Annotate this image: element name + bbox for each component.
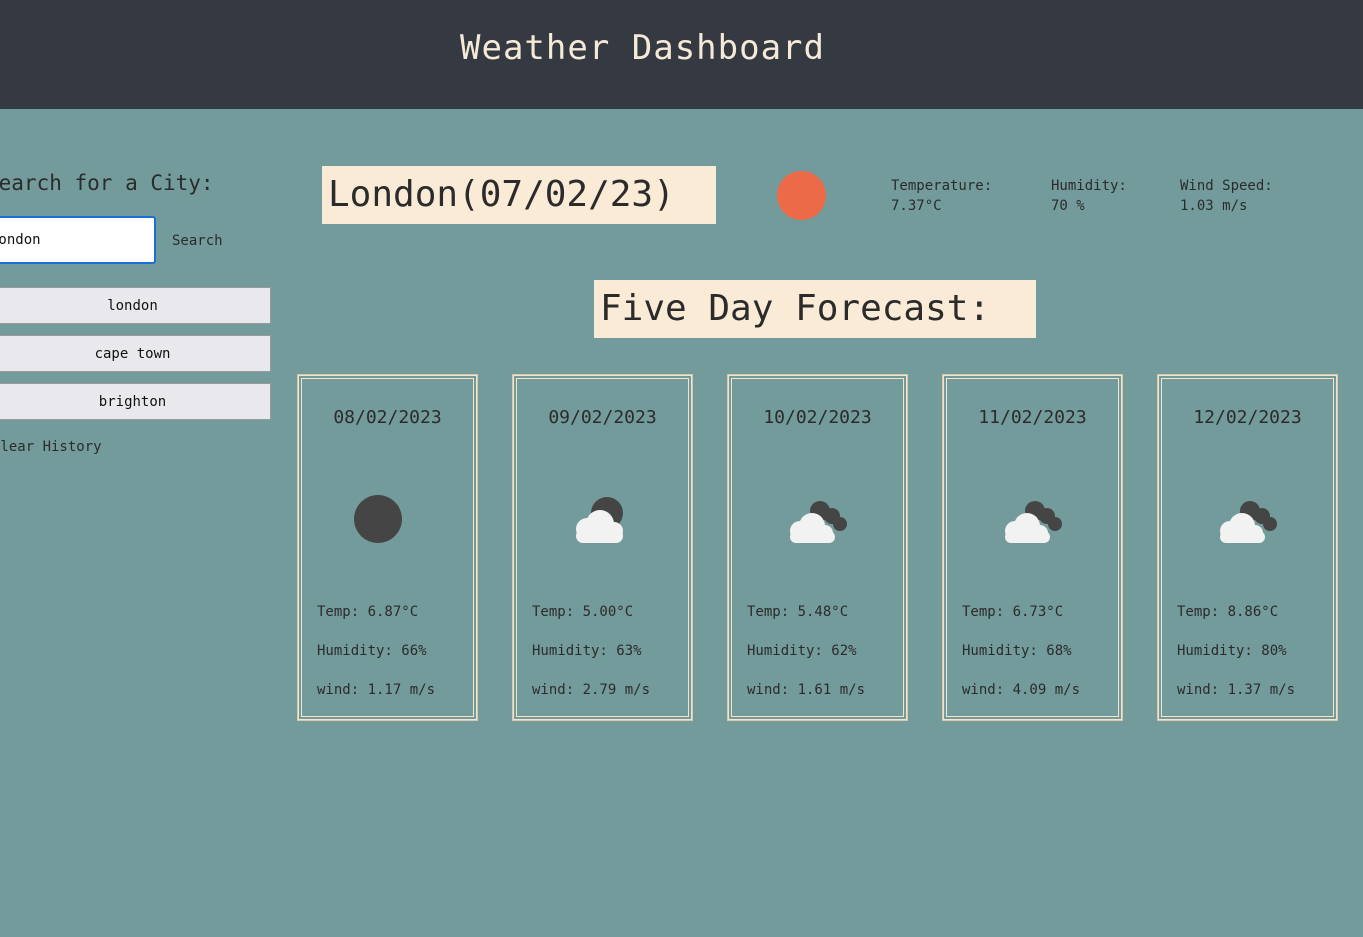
forecast-card: 11/02/2023 Temp: 6.73°C Humidity: 68% wi… [942, 374, 1123, 721]
forecast-wind: wind: 1.17 m/s [317, 682, 436, 698]
cloudy-night-icon [1005, 501, 1062, 543]
page-header: Weather Dashboard [0, 0, 1363, 109]
forecast-temp: Temp: 6.87°C [317, 604, 419, 620]
forecast-date: 11/02/2023 [978, 407, 1087, 428]
partly-cloudy-night-icon [576, 497, 623, 543]
forecast-humidity: Humidity: 63% [532, 643, 642, 659]
search-label: Search for a City: [0, 171, 214, 195]
forecast-wind: wind: 1.37 m/s [1177, 682, 1296, 698]
search-button[interactable]: Search [166, 229, 229, 253]
forecast-date: 10/02/2023 [763, 407, 872, 428]
forecast-wind: wind: 4.09 m/s [962, 682, 1081, 698]
forecast-card: 10/02/2023 Temp: 5.48°C Humidity: 62% wi… [727, 374, 908, 721]
forecast-humidity: Humidity: 62% [747, 643, 857, 659]
current-temperature: Temperature: 7.37°C [891, 176, 992, 216]
search-input[interactable] [0, 216, 156, 264]
forecast-temp: Temp: 5.00°C [532, 604, 634, 620]
forecast-date: 09/02/2023 [548, 407, 657, 428]
forecast-temp: Temp: 6.73°C [962, 604, 1064, 620]
forecast-humidity: Humidity: 66% [317, 643, 427, 659]
forecast-temp: Temp: 5.48°C [747, 604, 849, 620]
sidebar: Search for a City: Search london cape to… [0, 109, 290, 937]
current-wind: Wind Speed: 1.03 m/s [1180, 176, 1273, 216]
forecast-date: 12/02/2023 [1193, 407, 1302, 428]
humidity-value: 70 % [1051, 198, 1085, 214]
forecast-temp: Temp: 8.86°C [1177, 604, 1279, 620]
cloudy-night-icon [790, 501, 847, 543]
forecast-title: Five Day Forecast: [594, 280, 1036, 338]
moon-icon [354, 495, 402, 543]
forecast-wind: wind: 1.61 m/s [747, 682, 866, 698]
forecast-card: 12/02/2023 Temp: 8.86°C Humidity: 80% wi… [1157, 374, 1338, 721]
forecast-date: 08/02/2023 [333, 407, 442, 428]
sun-icon [777, 171, 826, 220]
forecast-card: 08/02/2023 Temp: 6.87°C Humidity: 66% wi… [297, 374, 478, 721]
temperature-value: 7.37°C [891, 198, 942, 214]
humidity-label: Humidity: [1051, 178, 1127, 194]
history-item-london[interactable]: london [0, 287, 271, 324]
wind-label: Wind Speed: [1180, 178, 1273, 194]
cloudy-night-icon [1220, 501, 1277, 543]
clear-history-button[interactable]: Clear History [0, 439, 102, 455]
temperature-label: Temperature: [891, 178, 993, 194]
forecast-wind: wind: 2.79 m/s [532, 682, 651, 698]
history-item-cape-town[interactable]: cape town [0, 335, 271, 372]
page-title: Weather Dashboard [460, 28, 825, 68]
forecast-humidity: Humidity: 80% [1177, 643, 1287, 659]
forecast-humidity: Humidity: 68% [962, 643, 1072, 659]
current-humidity: Humidity: 70 % [1051, 176, 1127, 216]
current-city-date: London(07/02/23) [322, 166, 716, 224]
forecast-card: 09/02/2023 Temp: 5.00°C Humidity: 63% wi… [512, 374, 693, 721]
history-item-brighton[interactable]: brighton [0, 383, 271, 420]
wind-value: 1.03 m/s [1180, 198, 1248, 214]
